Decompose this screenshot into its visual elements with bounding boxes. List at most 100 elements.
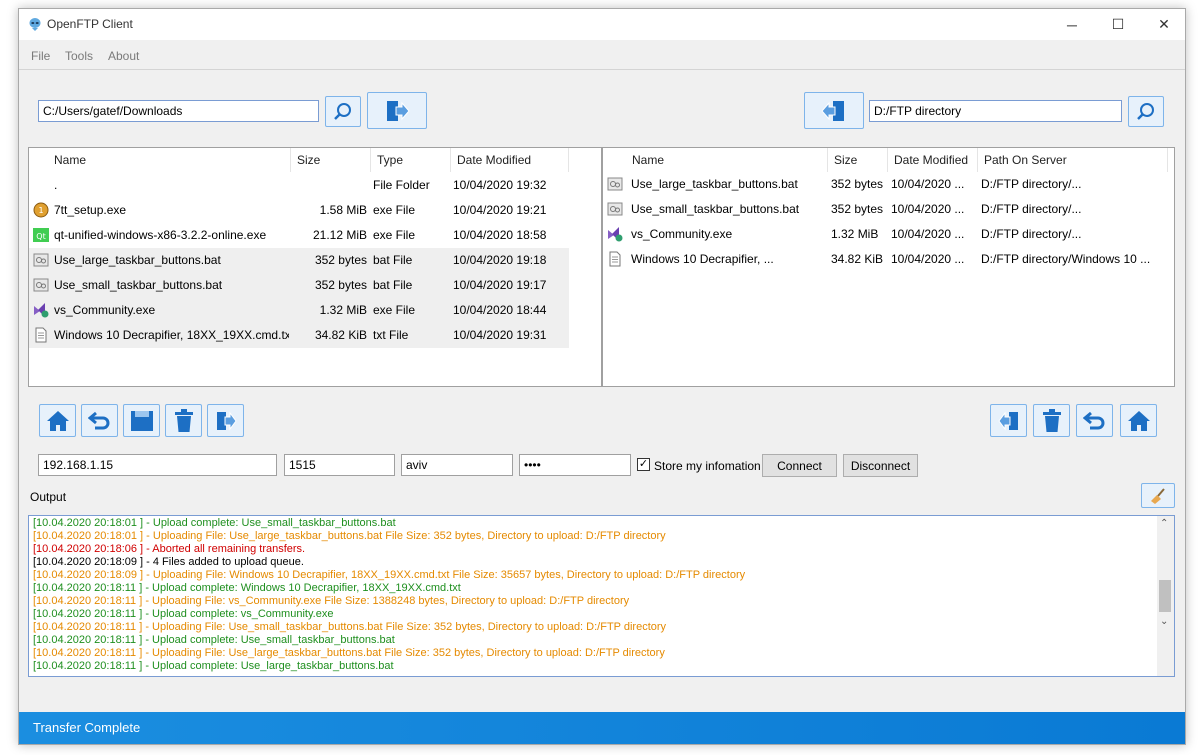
file-row[interactable]: Use_large_taskbar_buttons.bat 352 bytes ba… (29, 248, 569, 273)
connect-button[interactable]: Connect (762, 454, 837, 477)
file-row[interactable]: Use_small_taskbar_buttons.bat 352 bytes ba… (29, 273, 569, 298)
file-row[interactable]: Windows 10 Decrapifier, ... 34.82 KiB 10/0… (603, 247, 1168, 272)
scroll-down-icon[interactable]: ⌄ (1160, 616, 1168, 627)
batch-file-icon (607, 201, 623, 217)
remote-search-button[interactable] (1128, 96, 1164, 127)
output-label: Output (30, 490, 67, 504)
file-server-path: D:/FTP directory/... (981, 227, 1082, 241)
download-button[interactable] (804, 92, 864, 129)
window-title: OpenFTP Client (47, 17, 133, 31)
file-type: exe File (373, 228, 416, 242)
port-input[interactable]: 1515 (284, 454, 395, 476)
file-row[interactable]: Qt qt-unified-windows-x86-3.2.2-online.ex… (29, 223, 569, 248)
column-header-date-modified[interactable]: Date Modified (451, 148, 569, 172)
file-row[interactable]: vs_Community.exe 1.32 MiB exe File 10/04/20… (29, 298, 569, 323)
menu-tools[interactable]: Tools (65, 49, 93, 63)
file-name: vs_Community.exe (54, 303, 156, 317)
file-date-modified: 10/04/2020 19:32 (453, 178, 547, 192)
batch-file-icon (33, 277, 49, 293)
remote-file-list[interactable]: Name Size Date Modified Path On Server U… (602, 147, 1175, 387)
text-file-icon (33, 327, 49, 343)
file-size: 352 bytes (831, 177, 884, 191)
file-date-modified: 10/04/2020 19:18 (453, 253, 547, 267)
remote-download-button[interactable] (990, 404, 1027, 437)
download-arrow-icon (997, 411, 1018, 430)
file-size: 352 bytes (314, 253, 367, 267)
local-save-button[interactable] (123, 404, 160, 437)
password-input[interactable]: •••• (519, 454, 631, 476)
column-header-date-modified[interactable]: Date Modified (888, 148, 978, 172)
undo-icon (1082, 411, 1104, 429)
file-type: exe File (373, 203, 416, 217)
upload-arrow-icon (216, 411, 237, 430)
file-row[interactable]: Use_large_taskbar_buttons.bat 352 bytes 10… (603, 172, 1168, 197)
file-name: Use_large_taskbar_buttons.bat (631, 177, 798, 191)
file-row[interactable]: . File Folder 10/04/2020 19:32 (29, 173, 569, 198)
local-home-button[interactable] (39, 404, 76, 437)
log-line: [10.04.2020 20:18:06 ] - Aborted all rem… (33, 543, 306, 555)
status-bar: Transfer Complete (19, 712, 1185, 744)
file-row[interactable]: 1 7tt_setup.exe 1.58 MiB exe File 10/04/2020… (29, 198, 569, 223)
store-info-label: Store my infomation (654, 459, 761, 473)
file-name: vs_Community.exe (631, 227, 733, 241)
status-text: Transfer Complete (33, 720, 141, 735)
column-header-name[interactable]: Name (48, 148, 291, 172)
file-size: 1.32 MiB (319, 303, 367, 317)
close-button[interactable]: ✕ (1141, 9, 1185, 40)
file-date-modified: 10/04/2020 ... (891, 177, 965, 191)
local-search-button[interactable] (325, 96, 361, 127)
file-date-modified: 10/04/2020 19:17 (453, 278, 547, 292)
file-size: 352 bytes (314, 278, 367, 292)
local-back-button[interactable] (81, 404, 118, 437)
log-line: [10.04.2020 20:18:11 ] - Upload complete… (33, 634, 395, 646)
folder-icon (33, 177, 49, 193)
remote-delete-button[interactable] (1033, 404, 1070, 437)
scroll-thumb[interactable] (1159, 580, 1171, 612)
remote-path-input[interactable]: D:/FTP directory (869, 100, 1122, 122)
file-row[interactable]: Use_small_taskbar_buttons.bat 352 bytes 10… (603, 197, 1168, 222)
column-header-size[interactable]: Size (828, 148, 888, 172)
local-upload-button[interactable] (207, 404, 244, 437)
visual-studio-icon (607, 226, 623, 242)
file-name: Windows 10 Decrapifier, 18XX_19XX.cmd.tx… (54, 328, 289, 342)
output-scrollbar[interactable]: ⌃ ⌄ (1157, 516, 1174, 676)
local-path-input[interactable]: C:/Users/gatef/Downloads (38, 100, 319, 122)
app-window: OpenFTP Client ─ ☐ ✕ File Tools About C:… (18, 8, 1186, 745)
file-server-path: D:/FTP directory/Windows 10 ... (981, 252, 1151, 266)
file-size: 1.58 MiB (319, 203, 367, 217)
save-icon (130, 410, 153, 431)
menu-file[interactable]: File (31, 49, 50, 63)
username-input[interactable]: aviv (401, 454, 513, 476)
file-type: File Folder (373, 178, 430, 192)
upload-button[interactable] (367, 92, 427, 129)
column-header-size[interactable]: Size (291, 148, 371, 172)
remote-back-button[interactable] (1076, 404, 1113, 437)
maximize-button[interactable]: ☐ (1095, 9, 1141, 40)
file-row[interactable]: Windows 10 Decrapifier, 18XX_19XX.cmd.tx… (29, 323, 569, 348)
file-name: Use_large_taskbar_buttons.bat (54, 253, 221, 267)
disconnect-button[interactable]: Disconnect (843, 454, 918, 477)
column-header-path-on-server[interactable]: Path On Server (978, 148, 1168, 172)
trash-icon (1042, 408, 1061, 432)
host-input[interactable]: 192.168.1.15 (38, 454, 277, 476)
output-log[interactable]: [10.04.2020 20:18:01 ] - Upload complete… (28, 515, 1175, 677)
remote-home-button[interactable] (1120, 404, 1157, 437)
log-line: [10.04.2020 20:18:11 ] - Uploading File:… (33, 595, 630, 607)
qt-icon: Qt (33, 227, 49, 243)
log-line: [10.04.2020 20:18:01 ] - Upload complete… (33, 517, 396, 529)
minimize-button[interactable]: ─ (1049, 9, 1095, 40)
column-header-type[interactable]: Type (371, 148, 451, 172)
clear-output-button[interactable] (1141, 483, 1175, 508)
menu-about[interactable]: About (108, 49, 139, 63)
upload-arrow-icon (387, 100, 410, 121)
file-size: 21.12 MiB (312, 228, 367, 242)
column-header-name[interactable]: Name (626, 148, 828, 172)
scroll-up-icon[interactable]: ⌃ (1160, 518, 1168, 529)
store-info-checkbox[interactable]: ✓ (637, 458, 650, 471)
file-row[interactable]: vs_Community.exe 1.32 MiB 10/04/2020 ... D:… (603, 222, 1168, 247)
local-delete-button[interactable] (165, 404, 202, 437)
local-file-list[interactable]: Name Size Type Date Modified . File Folde… (28, 147, 602, 387)
menu-bar: File Tools About (19, 40, 1185, 70)
broom-icon (1151, 487, 1165, 504)
file-type: bat File (373, 253, 413, 267)
